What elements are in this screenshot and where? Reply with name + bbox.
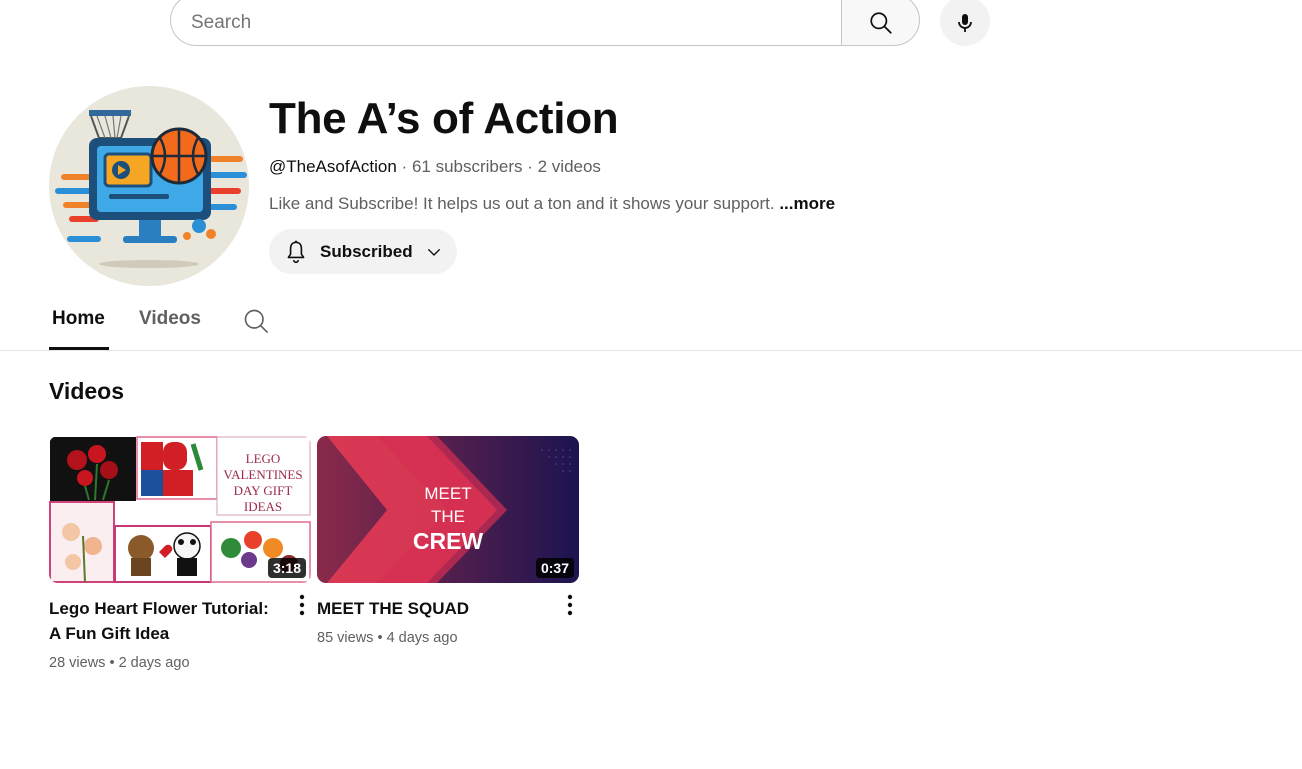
thumb-text-3: DAY GIFT [234, 483, 293, 498]
channel-search-button[interactable] [242, 307, 270, 340]
view-count: 28 views [49, 655, 106, 671]
video-count: 2 videos [537, 157, 601, 176]
tab-home[interactable]: Home [52, 308, 105, 330]
thumb-text-1: LEGO [246, 451, 281, 466]
channel-page: The A’s of Action @TheAsofAction · 61 su… [0, 0, 1302, 769]
chevron-down-icon [425, 243, 443, 261]
thumb-text-2: THE [431, 507, 465, 526]
meta-separator: • [373, 630, 387, 646]
more-options-button[interactable] [558, 594, 582, 618]
video-thumbnail[interactable]: MEET THE CREW 0:37 [317, 436, 579, 583]
thumb-text-4: IDEAS [244, 499, 282, 514]
thumb-text-1: MEET [424, 484, 471, 503]
search-button[interactable] [841, 0, 920, 46]
description-text: Like and Subscribe! It helps us out a to… [269, 194, 780, 213]
channel-avatar[interactable] [49, 86, 249, 286]
more-vert-icon [567, 594, 573, 616]
channel-logo-icon [49, 86, 249, 286]
search-icon [244, 309, 268, 333]
upload-age: 4 days ago [386, 630, 458, 646]
channel-title: The A’s of Action [269, 94, 619, 143]
section-title: Videos [49, 378, 124, 404]
video-meta: 28 views • 2 days ago [49, 655, 190, 671]
channel-handle[interactable]: @TheAsofAction [269, 157, 397, 176]
thumb-text-2: VALENTINES [223, 467, 302, 482]
video-duration: 0:37 [535, 558, 574, 578]
meta-separator: · [396, 157, 412, 176]
meta-separator: · [522, 157, 538, 176]
video-thumbnail[interactable]: LEGO VALENTINES DAY GIFT IDEAS 3:18 [49, 436, 311, 583]
subscriber-count: 61 subscribers [411, 157, 523, 176]
tabs-divider [0, 350, 1302, 351]
thumb-text-3: CREW [413, 528, 484, 554]
more-options-button[interactable] [290, 594, 314, 618]
video-card[interactable]: LEGO VALENTINES DAY GIFT IDEAS 3:18 Lego… [49, 436, 312, 671]
meta-separator: • [105, 655, 119, 671]
more-link[interactable]: ...more [779, 194, 835, 213]
channel-description[interactable]: Like and Subscribe! It helps us out a to… [269, 194, 835, 214]
search-input[interactable] [170, 0, 841, 46]
upload-age: 2 days ago [118, 655, 190, 671]
video-title[interactable]: MEET THE SQUAD [317, 596, 552, 621]
more-vert-icon [299, 594, 305, 616]
subscribed-button[interactable]: Subscribed [269, 229, 457, 274]
video-duration: 3:18 [267, 558, 306, 578]
bell-icon [287, 240, 305, 263]
channel-meta: @TheAsofAction · 61 subscribers · 2 vide… [269, 157, 601, 177]
search-bar [170, 0, 920, 46]
tab-videos[interactable]: Videos [139, 308, 201, 330]
video-card[interactable]: MEET THE CREW 0:37 MEET THE SQUAD 85 vie… [317, 436, 580, 646]
video-title[interactable]: Lego Heart Flower Tutorial: A Fun Gift I… [49, 596, 284, 646]
video-meta: 85 views • 4 days ago [317, 630, 458, 646]
search-icon [869, 12, 892, 34]
microphone-icon [958, 14, 972, 32]
voice-search-button[interactable] [940, 0, 990, 46]
view-count: 85 views [317, 630, 374, 646]
subscribed-label: Subscribed [320, 241, 413, 261]
